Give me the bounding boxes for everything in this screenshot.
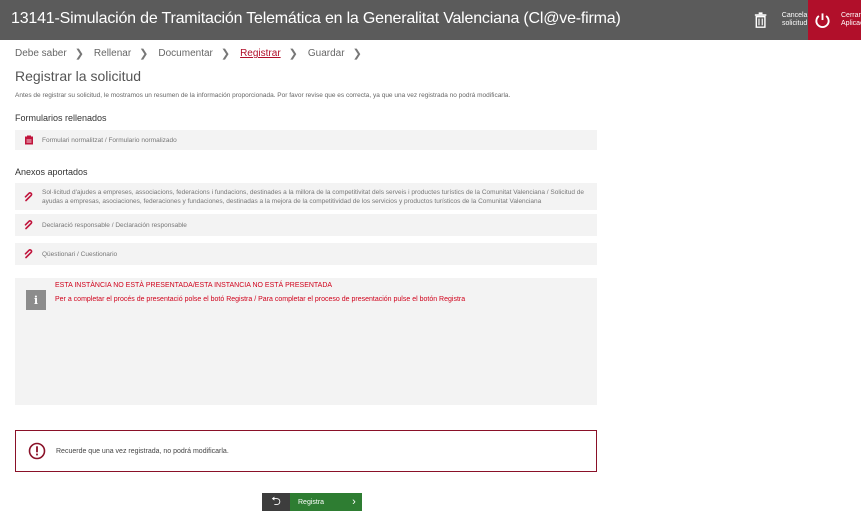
form-item[interactable]: Formulari normalitzat / Formulario norma… <box>15 130 597 150</box>
chevron-right-icon: ❯ <box>139 48 149 60</box>
page-title: Registrar la solicitud <box>15 68 142 84</box>
cancel-label-line2: solicitud <box>781 20 808 27</box>
info-panel: i ESTA INSTÀNCIA NO ESTÀ PRESENTADA/ESTA… <box>15 278 597 405</box>
register-button-label: Registra <box>298 498 325 506</box>
paperclip-icon <box>24 249 33 259</box>
paperclip-icon <box>24 220 33 230</box>
exclamation-circle-icon <box>28 442 46 460</box>
exit-label-line1: Cerrar <box>841 12 861 19</box>
annex-item-label: Sol·licitud d'ajudes a empreses, associa… <box>42 188 584 205</box>
close-application-label: Cerrar Aplicación <box>841 12 861 28</box>
app-header: 13141-Simulación de Tramitación Telemáti… <box>0 0 861 40</box>
annex-item[interactable]: Qüestionari / Cuestionario <box>15 243 597 265</box>
annex-item-label: Declaració responsable / Declaración res… <box>42 221 187 229</box>
paperclip-icon <box>24 191 33 201</box>
cancel-request-label: Cancela solicitud <box>781 12 808 28</box>
chevron-right-icon: ❯ <box>352 48 362 60</box>
exit-label-line2: Aplicación <box>841 20 861 27</box>
chevron-right-icon: ❯ <box>220 48 231 60</box>
close-application-button[interactable]: Cerrar Aplicación <box>808 0 861 40</box>
register-button-group[interactable]: ⮌ Registra › <box>262 493 362 511</box>
register-button[interactable]: Registra › <box>290 493 362 511</box>
forms-section-title: Formularios rellenados <box>15 113 107 123</box>
warning-text: Recuerde que una vez registrada, no podr… <box>56 447 229 455</box>
step-debe-saber[interactable]: Debe saber <box>15 48 67 59</box>
chevron-right-icon: ❯ <box>288 48 298 60</box>
annex-item-label: Qüestionari / Cuestionario <box>42 250 118 258</box>
app-title: 13141-Simulación de Tramitación Telemáti… <box>11 10 621 27</box>
info-icon: i <box>26 290 46 310</box>
annex-item[interactable]: Declaració responsable / Declaración res… <box>15 214 597 236</box>
step-documentar[interactable]: Documentar <box>158 48 212 59</box>
form-item-label: Formulari normalitzat / Formulario norma… <box>42 136 177 144</box>
info-status-text: ESTA INSTÀNCIA NO ESTÀ PRESENTADA/ESTA I… <box>55 282 333 289</box>
chevron-right-icon: ❯ <box>74 48 84 60</box>
annexes-section-title: Anexos aportados <box>15 167 88 177</box>
back-arrow-icon[interactable]: ⮌ <box>262 493 290 511</box>
trash-icon <box>754 12 767 28</box>
page-intro: Antes de registrar su solicitud, le most… <box>15 92 511 99</box>
cancel-request-button[interactable]: Cancela solicitud <box>746 0 808 40</box>
warning-panel: Recuerde que una vez registrada, no podr… <box>15 430 597 472</box>
info-instruction-text: Per a completar el procés de presentació… <box>55 296 466 303</box>
form-icon <box>25 135 33 145</box>
annex-item[interactable]: Sol·licitud d'ajudes a empreses, associa… <box>15 183 597 210</box>
chevron-right-icon: › <box>352 496 356 508</box>
step-guardar[interactable]: Guardar <box>308 48 345 59</box>
cancel-label-line1: Cancela <box>781 12 808 19</box>
process-stepper: Debe saber ❯ Rellenar ❯ Documentar ❯ Reg… <box>15 47 372 60</box>
step-registrar[interactable]: Registrar <box>240 48 281 59</box>
power-icon <box>815 12 830 28</box>
step-rellenar[interactable]: Rellenar <box>94 48 131 59</box>
